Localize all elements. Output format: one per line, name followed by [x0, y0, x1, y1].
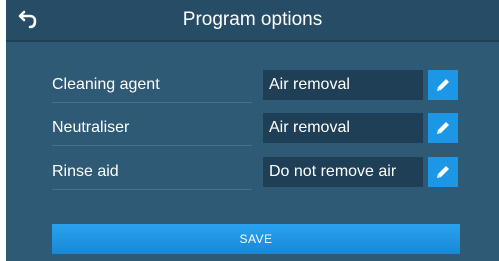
option-row-cleaning-agent: Cleaning agent Air removal	[52, 70, 462, 103]
save-button[interactable]: SAVE	[52, 224, 460, 254]
pencil-icon	[437, 122, 449, 134]
edit-rinse-aid-button[interactable]	[428, 157, 458, 187]
device-frame: Program options Cleaning agent Air remov…	[0, 0, 499, 261]
pencil-icon	[437, 79, 449, 91]
pencil-icon	[437, 166, 449, 178]
header-bar: Program options	[6, 0, 499, 42]
option-label-neutraliser: Neutraliser	[52, 113, 252, 146]
option-value-rinse-aid[interactable]: Do not remove air	[263, 157, 423, 187]
option-value-cleaning-agent[interactable]: Air removal	[263, 70, 423, 100]
edit-neutraliser-button[interactable]	[428, 113, 458, 143]
option-row-neutraliser: Neutraliser Air removal	[52, 113, 462, 146]
program-options-screen: Program options Cleaning agent Air remov…	[6, 0, 499, 261]
option-row-rinse-aid: Rinse aid Do not remove air	[52, 157, 462, 190]
option-label-cleaning-agent: Cleaning agent	[52, 70, 252, 103]
page-title: Program options	[182, 9, 323, 30]
edit-cleaning-agent-button[interactable]	[428, 70, 458, 100]
back-arrow-icon	[18, 10, 37, 29]
back-button[interactable]	[12, 6, 40, 34]
option-value-neutraliser[interactable]: Air removal	[263, 113, 423, 143]
option-label-rinse-aid: Rinse aid	[52, 157, 252, 190]
